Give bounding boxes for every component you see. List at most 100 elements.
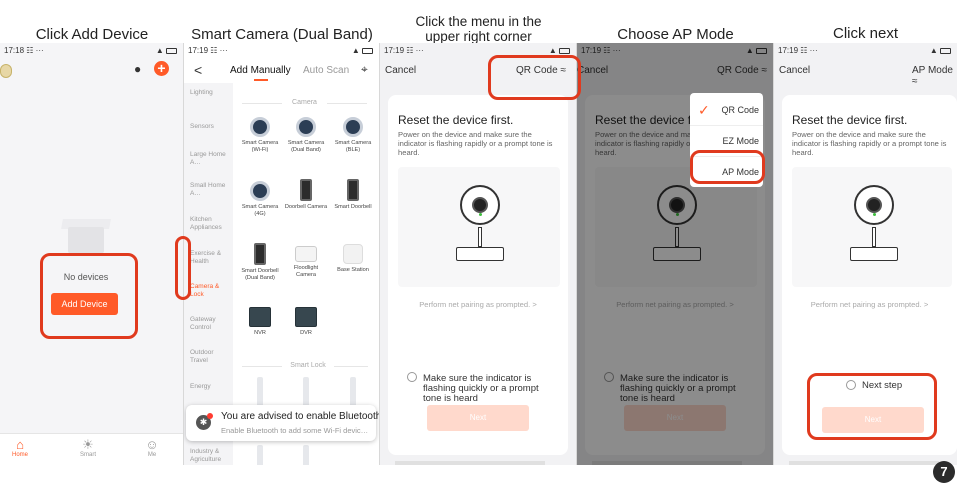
empty-box-icon: [61, 213, 111, 253]
device-smart-doorbell-dual-band[interactable]: Smart Doorbell (Dual Band): [238, 243, 282, 281]
wifi-icon: ▲: [548, 46, 557, 55]
sun-icon: ☀: [82, 437, 94, 452]
active-tab-indicator: [254, 79, 268, 81]
camera-head-icon: [854, 185, 894, 225]
wifi-icon: ▲: [155, 46, 164, 55]
caption-step4: Choose AP Mode: [617, 26, 734, 43]
dvr-icon: [295, 307, 317, 327]
add-device-plus-button[interactable]: +: [154, 61, 169, 76]
device-dvr[interactable]: DVR: [284, 307, 328, 337]
camera-head-icon: [460, 185, 500, 225]
caption-step2: Smart Camera (Dual Band): [191, 26, 373, 43]
status-bar: 17:19 ☷ ··· ▲: [774, 46, 957, 58]
caption-step3-line1: Click the menu in the: [415, 14, 542, 29]
family-avatar[interactable]: [0, 64, 12, 78]
status-bar: 17:18 ☷ ··· ▲: [0, 46, 183, 58]
doorbell-icon: [347, 179, 359, 201]
sidebar-item-small-home[interactable]: Small Home A…: [190, 182, 232, 198]
menu-item-qr-code[interactable]: ✓ QR Code: [690, 95, 763, 125]
section-divider: [242, 366, 282, 367]
wifi-icon: ▲: [351, 46, 360, 55]
battery-icon: [362, 47, 373, 54]
toast-subtitle: Enable Bluetooth to add some Wi-Fi devic…: [221, 426, 369, 435]
reset-title: Reset the device first.: [792, 113, 908, 127]
device-smart-camera-wifi[interactable]: Smart Camera (Wi-Fi): [238, 117, 282, 153]
status-time: 17:18 ☷ ···: [4, 46, 44, 55]
confirm-text: Make sure the indicator is flashing quic…: [423, 373, 539, 404]
sidebar-item-large-home[interactable]: Large Home A…: [190, 151, 232, 167]
cancel-button[interactable]: Cancel: [779, 65, 810, 76]
sidebar-item-camera-lock[interactable]: Camera & Lock: [190, 283, 232, 299]
highlight-qr-code-menu: [488, 55, 581, 100]
highlight-ap-mode: [690, 150, 765, 184]
camera-illustration: [792, 167, 952, 287]
battery-icon: [559, 47, 570, 54]
scan-icon[interactable]: ⌖: [361, 62, 368, 77]
back-button[interactable]: <: [194, 62, 202, 78]
nvr-icon: [249, 307, 271, 327]
section-title-smart-lock: Smart Lock: [290, 362, 326, 369]
sidebar-item-sensors[interactable]: Sensors: [190, 123, 232, 131]
status-time: 17:19 ☷ ···: [778, 46, 818, 55]
sidebar-item-kitchen[interactable]: Kitchen Appliances: [190, 216, 232, 232]
doorbell-icon: [254, 243, 266, 265]
mode-menu-button[interactable]: AP Mode ≈: [912, 65, 957, 87]
home-icon: ⌂: [16, 437, 24, 452]
tab-smart[interactable]: ☀ Smart: [68, 437, 108, 459]
sidebar-item-exercise[interactable]: Exercise & Health: [190, 250, 232, 266]
wifi-icon: ▲: [929, 46, 938, 55]
tab-auto-scan[interactable]: Auto Scan: [303, 65, 349, 76]
device-smart-camera-dual-band[interactable]: Smart Camera (Dual Band): [284, 117, 328, 153]
sidebar-item-lighting[interactable]: Lighting: [190, 89, 232, 97]
sidebar-item-gateway[interactable]: Gateway Control: [190, 316, 232, 332]
doorbell-icon: [300, 179, 312, 201]
cancel-button[interactable]: Cancel: [385, 65, 416, 76]
caption-step3: Click the menu in the upper right corner: [380, 14, 577, 44]
profile-icon: ☺: [145, 437, 159, 452]
device-floodlight-camera[interactable]: Floodlight Camera: [284, 246, 328, 278]
section-divider: [242, 103, 282, 104]
status-bar: 17:19 ☷ ··· ▲: [184, 46, 379, 58]
perform-pairing-link[interactable]: Perform net pairing as prompted. >: [388, 300, 568, 309]
section-title-camera: Camera: [292, 99, 317, 106]
tab-home[interactable]: ⌂ Home: [0, 437, 40, 459]
device-smart-camera-ble[interactable]: Smart Camera (BLE): [331, 117, 375, 153]
reset-card: Reset the device first. Power on the dev…: [388, 95, 568, 455]
reset-description: Power on the device and make sure the in…: [398, 130, 553, 157]
tab-me[interactable]: ☺ Me: [132, 437, 172, 459]
sidebar-item-outdoor[interactable]: Outdoor Travel: [190, 349, 232, 365]
floodlight-icon: [295, 246, 317, 262]
caption-step1: Click Add Device: [35, 26, 149, 43]
perform-pairing-link[interactable]: Perform net pairing as prompted. >: [782, 300, 957, 309]
device-doorbell-camera[interactable]: Doorbell Camera: [284, 179, 328, 211]
camera-icon: [250, 181, 270, 201]
sidebar-item-energy[interactable]: Energy: [190, 383, 232, 391]
highlight-add-device: [40, 253, 138, 339]
status-icons: ▲: [930, 46, 951, 55]
status-time: 17:19 ☷ ···: [188, 46, 228, 55]
camera-icon: [343, 117, 363, 137]
device-nvr[interactable]: NVR: [238, 307, 282, 337]
tab-add-manually[interactable]: Add Manually: [230, 65, 291, 76]
caption-step5: Click next: [832, 25, 899, 42]
base-station-icon: [343, 244, 363, 264]
next-button[interactable]: Next: [427, 405, 529, 431]
sidebar-item-industry[interactable]: Industry & Agriculture: [190, 448, 232, 464]
bottom-bar: [395, 461, 545, 465]
device-smart-camera-4g[interactable]: Smart Camera (4G): [238, 181, 282, 217]
device-smart-doorbell[interactable]: Smart Doorbell: [331, 179, 375, 211]
bluetooth-toast[interactable]: ✱ You are advised to enable Bluetooth. E…: [186, 405, 379, 441]
microphone-icon[interactable]: ●: [134, 62, 144, 76]
highlight-camera-lock: [175, 236, 191, 300]
confirm-radio[interactable]: [407, 372, 417, 382]
camera-icon: [250, 117, 270, 137]
status-time: 17:19 ☷ ···: [384, 46, 424, 55]
camera-icon: [296, 117, 316, 137]
bluetooth-icon: ✱: [196, 413, 213, 430]
device-base-station[interactable]: Base Station: [331, 244, 375, 274]
bottom-tab-bar: ⌂ Home ☀ Smart ☺ Me: [0, 433, 183, 465]
smart-lock-icon[interactable]: [257, 445, 263, 465]
battery-icon: [940, 47, 951, 54]
reset-title: Reset the device first.: [398, 113, 514, 127]
smart-lock-icon[interactable]: [303, 445, 309, 465]
